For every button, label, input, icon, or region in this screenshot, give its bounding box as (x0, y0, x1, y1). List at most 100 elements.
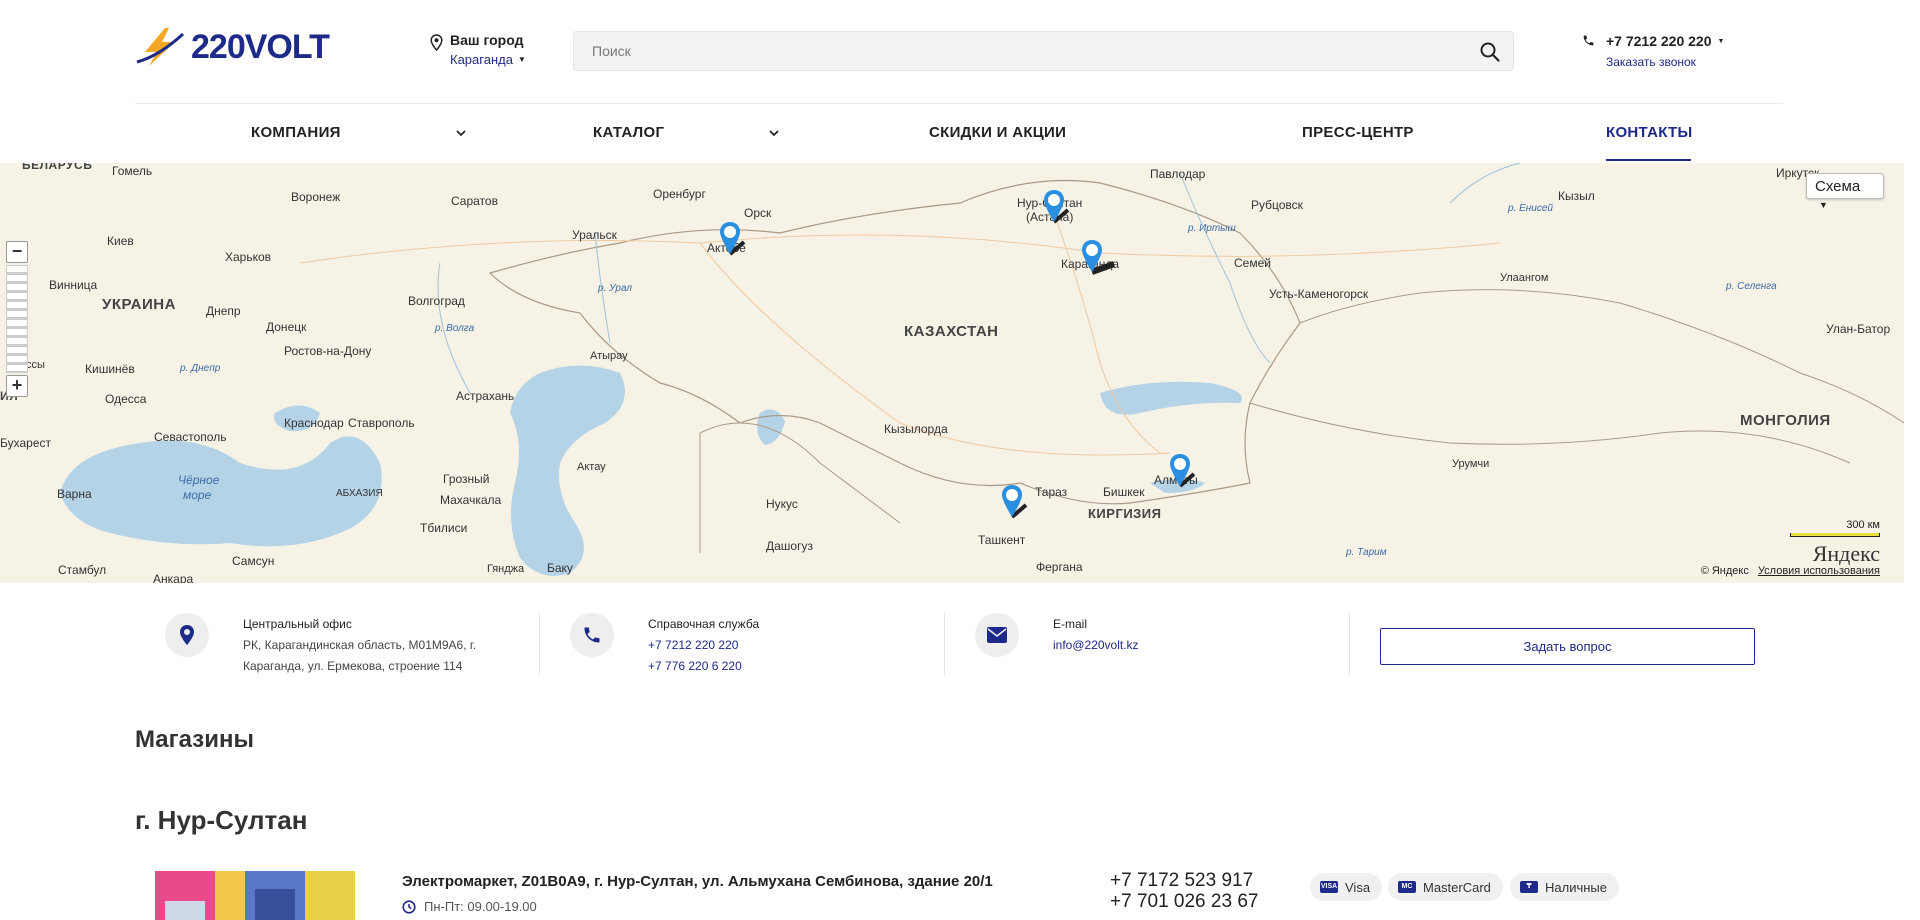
store-address: Электромаркет, Z01B0A9, г. Нур-Султан, у… (402, 873, 993, 890)
contacts-row: Центральный офис РК, Карагандинская обла… (0, 583, 1920, 693)
store-phone-1[interactable]: +7 7172 523 917 (1110, 870, 1253, 892)
support-title: Справочная служба (648, 617, 760, 631)
map-copyright: © Яндекс (1700, 565, 1749, 577)
search-box (573, 31, 1514, 71)
payment-label: MasterCard (1423, 879, 1491, 895)
map-city-label: Грозный (443, 472, 490, 486)
map-city-label: Харьков (225, 250, 272, 264)
ask-question-button[interactable]: Задать вопрос (1380, 628, 1755, 665)
caret-down-icon: ▼ (1819, 200, 1828, 210)
store-phone-2[interactable]: +7 701 026 23 67 (1110, 891, 1258, 913)
map-city-label: Тараз (1035, 485, 1068, 499)
logo[interactable]: 220VOLT (135, 26, 330, 68)
store-photo[interactable] (155, 871, 355, 920)
chevron-down-icon[interactable] (768, 127, 780, 139)
support-phone-1[interactable]: +7 7212 220 220 (648, 638, 738, 652)
map-water-label: р. Днепр (180, 363, 221, 374)
zoom-slider[interactable] (6, 265, 28, 373)
map-city-label: Самсун (232, 554, 275, 568)
store-hours: Пн-Пт: 09.00-19.00 (402, 899, 537, 914)
location-pin-icon (180, 625, 194, 645)
map-city-label: Усть-Каменогорск (1269, 287, 1369, 301)
map-city-label: Улан-Батор (1826, 322, 1891, 336)
map-city-label: Тбилиси (420, 521, 468, 535)
map-city-label: Актау (577, 461, 606, 473)
support-icon-wrap (570, 613, 614, 657)
nav-item-contacts[interactable]: КОНТАКТЫ (1606, 124, 1692, 141)
city-name[interactable]: Караганда ▼ (450, 52, 526, 67)
search-icon[interactable] (1479, 41, 1501, 63)
map-country-label: БЕЛАРУСЬ (22, 163, 93, 172)
page: 220VOLT Ваш город Караганда ▼ Поиск +7 7… (0, 0, 1920, 920)
map-city-label: Кызылорда (884, 422, 948, 436)
map-city-label: Улаангом (1500, 272, 1549, 284)
map-marker-icon[interactable] (718, 220, 746, 258)
clock-icon (402, 899, 416, 914)
map-marker-icon[interactable] (1042, 188, 1070, 226)
map-water-label: р. Тарим (1346, 547, 1387, 558)
map-water-label: Чёрное (178, 473, 220, 487)
map-marker-icon[interactable] (1000, 483, 1028, 521)
chevron-down-icon[interactable] (455, 127, 467, 139)
map-city-label: Атырау (590, 350, 628, 362)
map-city-label: АБХАЗИЯ (336, 488, 383, 499)
map-city-label: Анкара (153, 572, 194, 583)
phone-icon (1583, 35, 1594, 46)
office-address-line1: РК, Карагандинская область, M01M9A6, г. (243, 638, 477, 652)
map-city-label: Бухарест (0, 436, 51, 450)
support-phone-2[interactable]: +7 776 220 6 220 (648, 659, 742, 673)
map-city-label: Волгоград (408, 294, 465, 308)
map-country-label: УКРАИНА (102, 296, 176, 313)
office-icon-wrap (165, 613, 209, 657)
payment-badge-cash: ₸ Наличные (1510, 873, 1619, 901)
payment-badge-mastercard: MC MasterCard (1388, 873, 1503, 901)
search-input[interactable] (574, 32, 1454, 70)
store-hours-text: Пн-Пт: 09.00-19.00 (424, 899, 537, 914)
email-title: E-mail (1053, 617, 1088, 631)
yandex-logo[interactable]: Яндекс (1813, 541, 1880, 567)
map-marker-icon[interactable] (1168, 452, 1196, 490)
map-city-label: Бишкек (1103, 485, 1145, 499)
payment-label: Наличные (1545, 879, 1607, 895)
envelope-icon (987, 627, 1007, 643)
city-label: Ваш город (450, 32, 524, 48)
location-pin-icon (430, 34, 443, 51)
office-title: Центральный офис (243, 617, 352, 631)
contacts-divider (944, 613, 945, 675)
callback-link[interactable]: Заказать звонок (1606, 55, 1724, 69)
header-phone-number[interactable]: +7 7212 220 220 ▼ (1606, 33, 1724, 49)
city-selector[interactable]: Ваш город Караганда ▼ (430, 32, 526, 67)
map-layer-button[interactable]: Схема ▼ (1806, 173, 1884, 210)
map[interactable]: КАЗАХСТАН УКРАИНА МОНГОЛИЯ КИРГИЗИЯ БЕЛА… (0, 163, 1904, 583)
map-city-label: Фергана (1036, 560, 1083, 574)
map-marker-icon[interactable] (1080, 238, 1116, 276)
caret-down-icon: ▼ (1717, 37, 1725, 45)
caret-down-icon: ▼ (517, 55, 526, 64)
office-address-line2: Караганда, ул. Ермекова, строение 114 (243, 659, 463, 673)
nav-item-discounts[interactable]: СКИДКИ И АКЦИИ (929, 124, 1066, 141)
map-city-label: Нукус (766, 497, 798, 511)
contacts-divider (539, 613, 540, 675)
map-city-label: Краснодар (284, 416, 344, 430)
nav-item-catalog[interactable]: КАТАЛОГ (593, 124, 664, 141)
map-city-label: Ташкент (978, 533, 1026, 547)
zoom-out-button[interactable]: − (6, 241, 28, 263)
map-water-label: р. Енисей (1508, 203, 1553, 214)
nav-item-company[interactable]: КОМПАНИЯ (251, 124, 341, 141)
map-city-label: Гомель (112, 164, 153, 178)
map-scale-bar (1790, 533, 1880, 537)
map-terms-link[interactable]: Условия использования (1758, 565, 1880, 577)
map-city-label: Воронеж (291, 190, 341, 204)
zoom-in-button[interactable]: + (6, 375, 28, 397)
mastercard-icon: MC (1398, 881, 1416, 893)
logo-text: 220VOLT (191, 27, 330, 66)
map-city-label: Астрахань (456, 389, 515, 403)
main-nav: КОМПАНИЯ КАТАЛОГ СКИДКИ И АКЦИИ ПРЕСС-ЦЕ… (0, 104, 1920, 162)
map-city-label: Кызыл (1558, 189, 1595, 203)
city-name-text: Караганда (450, 52, 513, 67)
nav-item-press[interactable]: ПРЕСС-ЦЕНТР (1302, 124, 1414, 141)
map-city-label: Винница (49, 278, 98, 292)
header-phone-text: +7 7212 220 220 (1606, 33, 1712, 49)
email-link[interactable]: info@220volt.kz (1053, 638, 1139, 652)
payment-label: Visa (1345, 879, 1371, 895)
